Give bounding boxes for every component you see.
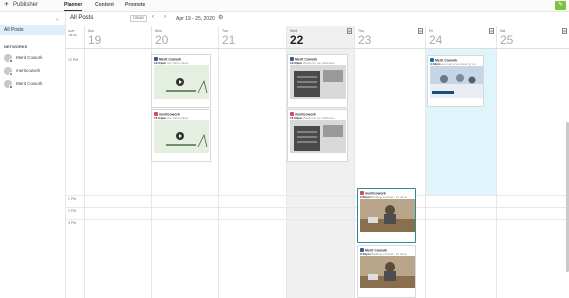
day-number: 24 — [429, 33, 443, 47]
brand-label: Publisher — [13, 2, 39, 8]
post-image — [290, 65, 346, 99]
top-bar: ✈ Publisher Planner Content Promote ✎ — [0, 0, 569, 12]
time-label: 3 PM — [68, 221, 77, 225]
network-label: meritcowork — [16, 68, 41, 73]
post-image — [290, 120, 346, 153]
post-card[interactable]: Merit Cowork 12:04pm Our third virtual..… — [151, 54, 211, 108]
clipboard-icon[interactable]: ▤ — [347, 28, 352, 34]
tab-content[interactable]: Content — [95, 2, 114, 8]
day-header: Tue 21 — [218, 26, 286, 48]
sidebar-item-network[interactable]: Merit Cowork — [4, 80, 64, 90]
date-range[interactable]: Apr 19 - 25, 2020 — [176, 16, 215, 22]
hour-line — [66, 219, 569, 220]
clipboard-icon[interactable]: ▤ — [562, 28, 567, 34]
post-actions — [290, 101, 320, 105]
compose-button[interactable]: ✎ — [555, 1, 566, 10]
network-label: Merit Cowork — [16, 55, 43, 60]
post-card[interactable]: meritcowork 12:00pm Words for our Wednes… — [287, 109, 348, 162]
day-column[interactable] — [496, 26, 569, 298]
day-header: Sun 19 — [84, 26, 151, 48]
day-number: 23 — [358, 33, 372, 47]
sidebar-item-all-posts[interactable]: All Posts — [0, 25, 65, 35]
facebook-icon — [9, 59, 13, 63]
collapse-icon[interactable]: « — [56, 17, 59, 23]
day-column[interactable] — [84, 26, 151, 298]
day-number: 21 — [222, 33, 236, 47]
compose-icon: ✎ — [557, 2, 564, 8]
time-label: 2 PM — [68, 209, 77, 213]
hour-line — [66, 207, 569, 208]
sidebar-item-network[interactable]: meritcowork — [4, 67, 64, 77]
day-header: Thu 23 ▤ — [354, 26, 425, 48]
post-card[interactable]: Merit Cowork 4:18pm As most of us know b… — [427, 55, 484, 107]
post-card[interactable]: Merit Cowork 12:00pm Words for our Wedne… — [287, 54, 348, 108]
day-number: 19 — [88, 33, 102, 47]
post-card[interactable]: meritcowork 12:04pm Our third virtual... — [151, 109, 211, 162]
toolbar: All Posts TODAY ‹ › Apr 19 - 25, 2020 ⚙ — [66, 12, 569, 26]
post-image — [430, 66, 483, 98]
post-card[interactable]: meritcowork 2:00pm Building a brand - it… — [357, 188, 416, 243]
post-actions — [360, 236, 390, 240]
calendar-grid: GMT -06:00 Sun 19 Mon 20 Tue 21 Wed 22 ▤… — [66, 26, 569, 298]
brand[interactable]: ✈ Publisher — [4, 1, 38, 8]
day-number: 22 — [290, 33, 304, 47]
day-number: 25 — [500, 33, 514, 47]
gear-icon[interactable]: ⚙ — [218, 14, 223, 21]
post-card[interactable]: Merit Cowork 2:00pm Building a brand - i… — [357, 245, 416, 298]
sidebar-item-network[interactable]: Merit Cowork — [4, 54, 64, 64]
day-column[interactable] — [218, 26, 286, 298]
today-button[interactable]: TODAY — [130, 15, 147, 22]
post-actions — [154, 101, 184, 105]
chevron-right-icon[interactable]: › — [164, 14, 166, 20]
networks-heading: NETWORKS — [4, 44, 28, 49]
day-header: Mon 20 — [151, 26, 218, 48]
page-title: All Posts — [70, 15, 94, 21]
post-image — [360, 256, 415, 288]
clipboard-icon[interactable]: ▤ — [489, 28, 494, 34]
timezone-label: GMT -06:00 — [68, 29, 77, 37]
sidebar: « All Posts NETWORKS Merit Cowork meritc… — [0, 12, 66, 298]
time-label: 12 PM — [68, 58, 79, 62]
time-label: 1 PM — [68, 197, 77, 201]
tab-planner[interactable]: Planner — [64, 2, 83, 11]
paper-plane-icon: ✈ — [4, 2, 10, 8]
linkedin-icon — [9, 85, 13, 89]
day-header: Sat 25 ▤ — [496, 26, 569, 48]
instagram-icon — [9, 72, 13, 76]
day-number: 20 — [155, 33, 169, 47]
post-image — [154, 65, 209, 99]
tab-promote[interactable]: Promote — [125, 2, 145, 8]
post-image — [360, 199, 415, 232]
post-actions — [290, 155, 320, 159]
day-header: Wed 22 ▤ — [286, 26, 354, 48]
post-actions — [154, 155, 184, 159]
divider — [66, 48, 569, 49]
day-header: Fri 24 ▤ — [425, 26, 496, 48]
chevron-left-icon[interactable]: ‹ — [152, 14, 154, 20]
network-label: Merit Cowork — [16, 81, 43, 86]
clipboard-icon[interactable]: ▤ — [418, 28, 423, 34]
post-image — [154, 120, 209, 153]
hour-line — [66, 195, 569, 196]
post-actions — [430, 100, 460, 104]
